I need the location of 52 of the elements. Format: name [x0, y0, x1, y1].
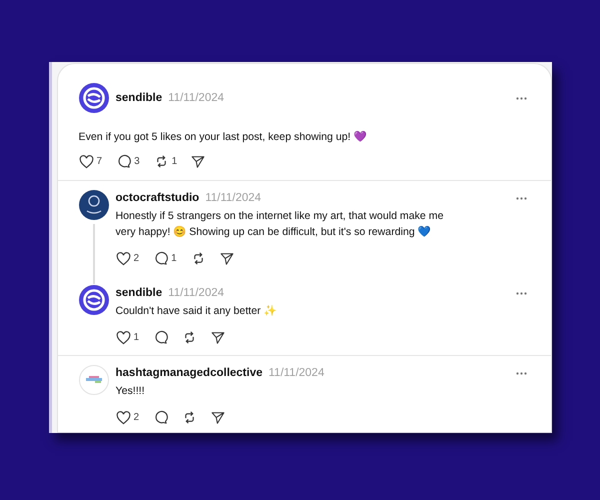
- comment-icon: [153, 330, 168, 345]
- heart-icon: [78, 154, 94, 168]
- post-text: Honestly if 5 strangers on the internet like my art, that would make me very happy! 😊 Showing up can be difficult, but it's so rewarding 💙: [116, 209, 444, 240]
- like-count: 1: [134, 332, 140, 343]
- avatar-icon: [78, 190, 108, 220]
- avatar-icon: [78, 83, 108, 113]
- like-button[interactable]: 1: [116, 330, 140, 344]
- comment-icon: [153, 410, 168, 425]
- heart-icon: [116, 410, 130, 424]
- comment-icon: [116, 154, 132, 169]
- comment-button[interactable]: 3: [116, 154, 140, 169]
- share-icon: [211, 330, 226, 344]
- avatar-icon: [78, 365, 108, 395]
- like-button[interactable]: 2: [116, 252, 140, 266]
- like-count: 7: [96, 156, 102, 167]
- avatar-icon: [78, 285, 108, 315]
- post-date: 11/11/2024: [168, 287, 224, 299]
- post-text: Couldn't have said it any better ✨: [116, 304, 278, 319]
- like-count: 2: [134, 253, 140, 264]
- comment-count: 1: [171, 253, 177, 264]
- heart-icon: [116, 252, 130, 266]
- post-date: 11/11/2024: [268, 367, 324, 379]
- author-name[interactable]: sendible: [116, 92, 162, 104]
- share-button[interactable]: [211, 330, 226, 344]
- post-text: Yes!!!!: [116, 384, 146, 399]
- share-button[interactable]: [211, 410, 226, 424]
- more-icon[interactable]: [516, 96, 526, 100]
- post-text: Even if you got 5 likes on your last post, keep showing up! 💜: [78, 130, 368, 145]
- comment-button[interactable]: [153, 410, 168, 425]
- like-button[interactable]: 7: [78, 154, 102, 168]
- heart-icon: [116, 330, 130, 344]
- author-name[interactable]: hashtagmanagedcollective: [116, 367, 262, 379]
- more-icon[interactable]: [516, 372, 526, 374]
- post-date: 11/11/2024: [205, 192, 262, 204]
- share-button[interactable]: [191, 154, 206, 168]
- share-icon: [220, 252, 234, 266]
- comment-count: 3: [134, 156, 140, 167]
- post-date: 11/11/2024: [168, 92, 224, 104]
- repost-button[interactable]: 1: [154, 154, 178, 169]
- more-icon[interactable]: [516, 196, 526, 200]
- comment-button[interactable]: 1: [153, 251, 177, 266]
- share-icon: [211, 410, 226, 424]
- author-name[interactable]: octocraftstudio: [116, 192, 200, 204]
- repost-count: 1: [172, 156, 178, 167]
- like-button[interactable]: 2: [116, 410, 140, 424]
- author-name[interactable]: sendible: [116, 287, 162, 299]
- comment-icon: [153, 251, 168, 266]
- like-count: 2: [134, 412, 140, 423]
- more-icon[interactable]: [516, 292, 526, 294]
- comment-button[interactable]: [153, 330, 168, 345]
- share-button[interactable]: [220, 252, 234, 266]
- share-icon: [191, 154, 206, 168]
